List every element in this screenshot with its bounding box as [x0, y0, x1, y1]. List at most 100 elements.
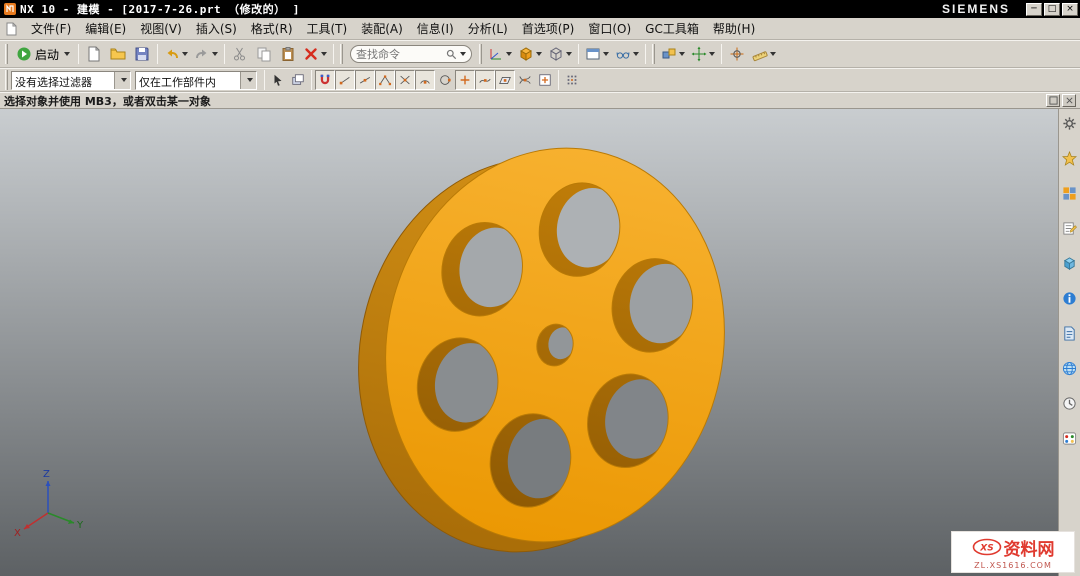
- measure-button[interactable]: [749, 42, 779, 66]
- show-hide-button[interactable]: [612, 42, 642, 66]
- snap-view-button[interactable]: [725, 42, 749, 66]
- chevron-down-icon: [536, 52, 543, 56]
- standard-toolbar: 启动: [0, 40, 1080, 68]
- existing-point-button[interactable]: [455, 70, 475, 90]
- chevron-down-icon: [64, 52, 71, 56]
- gear-icon[interactable]: [1061, 114, 1079, 132]
- minimize-button[interactable]: ─: [1026, 2, 1042, 16]
- menu-assemblies[interactable]: 装配(A): [354, 18, 410, 39]
- dropdown-arrow-button[interactable]: [114, 71, 130, 89]
- graphics-viewport[interactable]: Z X Y: [0, 109, 1058, 576]
- layout-grid-icon[interactable]: [1061, 184, 1079, 202]
- intersection-point-button[interactable]: [395, 70, 415, 90]
- open-folder-icon: [110, 48, 126, 60]
- history-clock-icon[interactable]: [1061, 394, 1079, 412]
- point-on-face-button[interactable]: [495, 70, 515, 90]
- menu-window[interactable]: 窗口(O): [581, 18, 638, 39]
- main-area: Z X Y: [0, 109, 1080, 576]
- dropdown-arrow-button[interactable]: [240, 71, 256, 89]
- dock-close-button[interactable]: [1062, 94, 1076, 107]
- save-button[interactable]: [130, 42, 154, 66]
- quadrant-point-icon: [440, 75, 451, 85]
- assembly-constraints-button[interactable]: [658, 42, 688, 66]
- control-point-button[interactable]: [375, 70, 395, 90]
- toolbar-separator: [333, 44, 335, 64]
- roles-icon[interactable]: [1061, 149, 1079, 167]
- two-curve-intersection-button[interactable]: [515, 70, 535, 90]
- toolbar-grip[interactable]: [5, 70, 8, 90]
- mid-point-button[interactable]: [355, 70, 375, 90]
- info-icon[interactable]: [1061, 289, 1079, 307]
- menu-format[interactable]: 格式(R): [244, 18, 300, 39]
- undo-button[interactable]: [161, 42, 191, 66]
- viewport-canvas[interactable]: Z X Y: [0, 109, 1058, 576]
- select-cursor-button[interactable]: [268, 70, 288, 90]
- cursor-icon: [274, 74, 282, 86]
- wireframe-style-button[interactable]: [545, 42, 575, 66]
- menu-edit[interactable]: 编辑(E): [78, 18, 133, 39]
- toolbar-grip[interactable]: [652, 44, 656, 64]
- watermark-logo-text: XS: [979, 544, 993, 554]
- quadrant-point-button[interactable]: [435, 70, 455, 90]
- point-on-curve-button[interactable]: [475, 70, 495, 90]
- delete-button[interactable]: [300, 42, 330, 66]
- menu-preferences[interactable]: 首选项(P): [515, 18, 582, 39]
- snap-point-toggle-button[interactable]: [315, 70, 335, 90]
- menu-insert[interactable]: 插入(S): [189, 18, 244, 39]
- document-icon: [6, 22, 17, 35]
- title-bar: NX 10 - 建模 - [2017-7-26.prt （修改的） ] SIEM…: [0, 0, 1080, 18]
- rendering-style-button[interactable]: [515, 42, 545, 66]
- toolbar-grip[interactable]: [5, 44, 8, 64]
- dock-restore-button[interactable]: [1046, 94, 1060, 107]
- selection-scope-value: 仅在工作部件内: [139, 75, 216, 89]
- palette-icon[interactable]: [1061, 429, 1079, 447]
- part-navigator-icon[interactable]: [1061, 254, 1079, 272]
- history-document-icon[interactable]: [1061, 324, 1079, 342]
- copy-button[interactable]: [252, 42, 276, 66]
- command-finder[interactable]: [350, 45, 473, 63]
- type-filter-dropdown[interactable]: 没有选择过滤器: [11, 70, 131, 90]
- toolbar-separator: [721, 44, 723, 64]
- csys-icon: [490, 49, 502, 60]
- cut-button[interactable]: [228, 42, 252, 66]
- top-selection-button[interactable]: [288, 70, 308, 90]
- move-component-button[interactable]: [688, 42, 718, 66]
- open-button[interactable]: [106, 42, 130, 66]
- start-menu-button[interactable]: 启动: [11, 42, 75, 66]
- web-browser-icon[interactable]: [1061, 359, 1079, 377]
- menu-view[interactable]: 视图(V): [133, 18, 189, 39]
- redo-button[interactable]: [191, 42, 221, 66]
- chevron-down-icon: [212, 52, 219, 56]
- menu-analysis[interactable]: 分析(L): [461, 18, 515, 39]
- chevron-down-icon: [679, 52, 686, 56]
- new-file-button[interactable]: [82, 42, 106, 66]
- notes-icon[interactable]: [1061, 219, 1079, 237]
- window-title: NX 10 - 建模 - [2017-7-26.prt （修改的） ]: [20, 3, 300, 16]
- menu-file[interactable]: 文件(F): [24, 18, 78, 39]
- maximize-button[interactable]: □: [1044, 2, 1060, 16]
- chevron-down-icon: [182, 52, 189, 56]
- toolbar-grip[interactable]: [340, 44, 344, 64]
- end-point-button[interactable]: [335, 70, 355, 90]
- menu-information[interactable]: 信息(I): [410, 18, 461, 39]
- close-button[interactable]: ×: [1062, 2, 1078, 16]
- selection-bar: 没有选择过滤器 仅在工作部件内: [0, 68, 1080, 92]
- search-input[interactable]: [356, 47, 446, 61]
- menu-gc-toolbox[interactable]: GC工具箱: [638, 18, 706, 39]
- chevron-down-icon: [321, 52, 328, 56]
- two-curve-intersection-icon: [519, 76, 531, 84]
- menu-tools[interactable]: 工具(T): [300, 18, 355, 39]
- point-constructor-button[interactable]: [535, 70, 555, 90]
- orient-view-button[interactable]: [485, 42, 515, 66]
- grid-point-button[interactable]: [562, 70, 582, 90]
- arc-center-button[interactable]: [415, 70, 435, 90]
- toolbar-grip[interactable]: [479, 44, 483, 64]
- window-button[interactable]: [582, 42, 612, 66]
- chevron-down-icon: [460, 52, 467, 56]
- selection-scope-dropdown[interactable]: 仅在工作部件内: [135, 70, 257, 90]
- paste-icon: [282, 47, 294, 61]
- toolbar-separator: [224, 44, 226, 64]
- magnet-icon: [320, 74, 330, 85]
- paste-button[interactable]: [276, 42, 300, 66]
- menu-help[interactable]: 帮助(H): [706, 18, 762, 39]
